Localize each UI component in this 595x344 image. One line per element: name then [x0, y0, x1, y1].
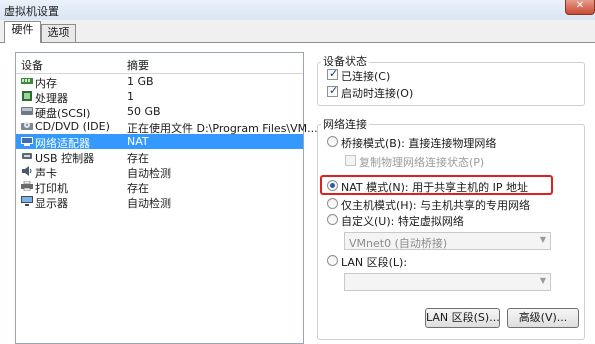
- device-summary: 自动检测: [127, 197, 171, 210]
- display-icon: [21, 196, 33, 206]
- checkmark-icon: ✓: [329, 84, 339, 97]
- device-row-cd-dvd[interactable]: CD/DVD (IDE) 正在使用文件 D:\Program Files\VM.…: [16, 119, 318, 135]
- connected-label[interactable]: 已连接(C): [341, 68, 390, 84]
- host-only-radio[interactable]: [327, 198, 338, 209]
- radio-selected-dot: [330, 183, 335, 188]
- tab-options[interactable]: 选项: [41, 24, 76, 42]
- device-name: 显示器: [35, 197, 68, 210]
- title-bar: 虚拟机设置 ✕: [0, 0, 595, 20]
- device-row-memory[interactable]: 内存 1 GB: [16, 74, 303, 90]
- chevron-down-icon: ▼: [539, 235, 546, 244]
- connect-at-power-on-checkbox[interactable]: ✓: [327, 84, 339, 97]
- device-row-network-adapter[interactable]: 网络适配器 NAT: [16, 134, 303, 150]
- connect-at-power-on-label[interactable]: 启动时连接(O): [341, 85, 413, 101]
- memory-icon: [21, 78, 33, 84]
- checkmark-icon: ✓: [329, 67, 339, 80]
- nat-label[interactable]: NAT 模式(N): 用于共享主机的 IP 地址: [341, 179, 528, 195]
- lan-segment-radio[interactable]: [327, 255, 338, 266]
- custom-label[interactable]: 自定义(U): 特定虚拟网络: [341, 213, 464, 229]
- processor-icon: [22, 91, 32, 101]
- device-summary: 1: [127, 90, 134, 103]
- cd-dvd-icon: [21, 122, 33, 130]
- device-name: CD/DVD (IDE): [35, 120, 110, 133]
- lan-segments-button[interactable]: LAN 区段(S)...: [425, 308, 500, 328]
- hard-disk-icon: [21, 107, 33, 115]
- advanced-button[interactable]: 高级(V)...: [507, 308, 579, 328]
- device-row-usb[interactable]: USB 控制器 存在: [16, 149, 303, 165]
- column-header-device[interactable]: 设备: [21, 57, 43, 73]
- network-adapter-icon: [21, 137, 33, 146]
- device-list[interactable]: 设备 摘要 内存 1 GB 处理器 1 硬盘(SCSI) 50 GB CD/DV…: [15, 52, 318, 344]
- custom-radio[interactable]: [327, 214, 338, 225]
- chevron-down-icon: ▼: [539, 276, 546, 285]
- column-header-summary[interactable]: 摘要: [127, 57, 149, 73]
- sound-card-icon: [22, 166, 32, 176]
- replicate-state-label[interactable]: 复制物理网络连接状态(P): [359, 154, 484, 170]
- device-summary: 50 GB: [127, 105, 161, 118]
- custom-network-value: VMnet0 (自动桥接): [349, 237, 448, 250]
- bridged-label[interactable]: 桥接模式(B): 直接连接物理网络: [341, 135, 496, 151]
- network-connection-title: 网络连接: [321, 116, 369, 132]
- tab-strip: [0, 20, 595, 42]
- device-row-display[interactable]: 显示器 自动检测: [16, 194, 303, 210]
- device-row-processor[interactable]: 处理器 1: [16, 89, 303, 105]
- window-title: 虚拟机设置: [4, 5, 59, 18]
- host-only-label[interactable]: 仅主机模式(H): 与主机共享的专用网络: [341, 197, 530, 213]
- printer-icon: [21, 181, 33, 191]
- device-row-printer[interactable]: 打印机 存在: [16, 179, 303, 195]
- lan-segment-select[interactable]: ▼: [344, 273, 551, 291]
- device-summary: NAT: [127, 135, 149, 148]
- connected-checkbox[interactable]: ✓: [327, 67, 339, 80]
- bridged-radio[interactable]: [327, 136, 338, 147]
- usb-icon: [22, 153, 32, 159]
- device-row-sound-card[interactable]: 声卡 自动检测: [16, 164, 303, 180]
- device-list-header: 设备 摘要: [16, 53, 303, 74]
- custom-network-select[interactable]: VMnet0 (自动桥接) ▼: [344, 232, 551, 250]
- replicate-state-checkbox[interactable]: [345, 155, 356, 166]
- close-button[interactable]: ✕: [565, 0, 595, 15]
- tab-hardware[interactable]: 硬件: [4, 21, 41, 43]
- close-icon: ✕: [575, 0, 585, 11]
- nat-radio[interactable]: [327, 180, 338, 191]
- device-summary: 1 GB: [127, 75, 154, 88]
- lan-segment-label[interactable]: LAN 区段(L):: [341, 254, 407, 270]
- device-row-hard-disk[interactable]: 硬盘(SCSI) 50 GB: [16, 104, 303, 120]
